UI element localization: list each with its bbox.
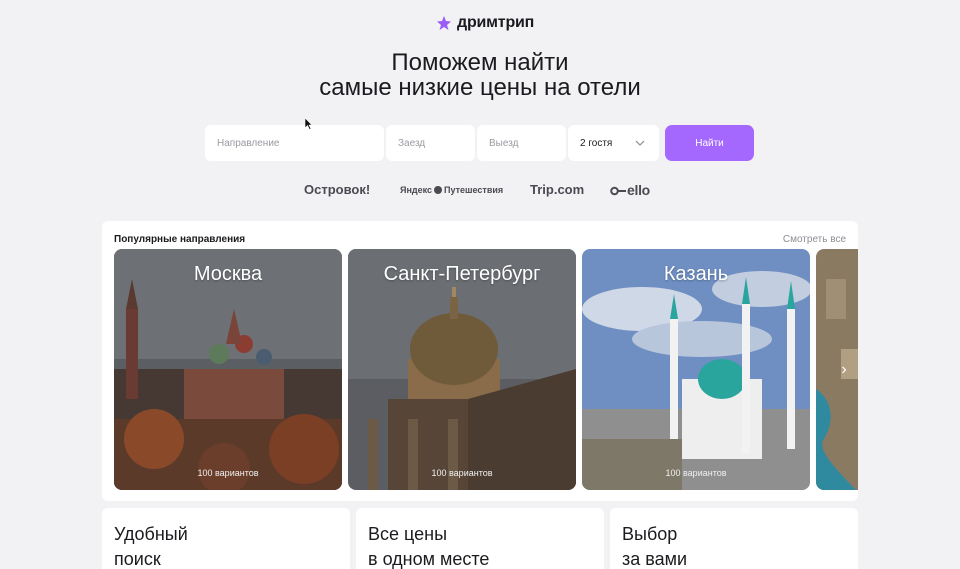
feature-title-line-2: в одном месте xyxy=(368,549,490,569)
destination-placeholder: Направление xyxy=(217,137,280,149)
chevron-down-icon xyxy=(635,140,645,146)
section-title: Популярные направления xyxy=(114,234,246,245)
feature-card-search: Удобный поиск xyxy=(102,508,350,569)
destination-title: Санкт-Петербург xyxy=(383,263,541,285)
feature-title-line-1: Удобный xyxy=(114,524,188,544)
chevron-right-icon[interactable]: › xyxy=(835,361,853,379)
partners-row: Островок! Яндекс Путешествия Trip.com el… xyxy=(0,180,960,202)
feature-title: Удобный поиск xyxy=(114,522,350,569)
destination-title: Москва xyxy=(193,263,263,285)
destination-card-kazan[interactable]: Казань 100 вариантов xyxy=(582,249,810,490)
search-bar: Направление Заезд Выезд 2 гостя Найти xyxy=(205,125,754,161)
see-all-link[interactable]: Смотреть все xyxy=(783,234,846,245)
partner-yandex-suffix: Путешествия xyxy=(444,185,504,195)
partner-yandex-name: Яндекс xyxy=(400,185,433,195)
feature-title-line-1: Все цены xyxy=(368,524,448,544)
mouse-cursor-icon xyxy=(305,118,313,130)
partner-otello-name: ello xyxy=(627,182,650,198)
feature-title: Выбор за вами xyxy=(622,522,858,569)
hero-title-line-2: самые низкие цены на отели xyxy=(319,74,641,101)
partner-yandex-logo: Яндекс Путешествия xyxy=(400,185,503,195)
checkin-input[interactable]: Заезд xyxy=(386,125,475,161)
brand-name: дримтрип xyxy=(457,14,535,31)
checkout-placeholder: Выезд xyxy=(489,137,519,149)
feature-title: Все цены в одном месте xyxy=(368,522,604,569)
variants-count: 100 вариантов xyxy=(197,468,259,478)
popular-destinations: Популярные направления Смотреть все Моск… xyxy=(102,221,858,501)
variants-count: 100 вариантов xyxy=(665,468,727,478)
destination-input[interactable]: Направление xyxy=(205,125,384,161)
checkin-placeholder: Заезд xyxy=(398,137,426,149)
globe-icon xyxy=(434,186,443,194)
otello-mark-icon xyxy=(610,186,626,196)
feature-title-line-2: поиск xyxy=(114,549,161,569)
feature-title-line-2: за вами xyxy=(622,549,688,569)
star-logo-icon xyxy=(437,16,451,30)
destination-card-moscow[interactable]: Москва 100 вариантов xyxy=(114,249,342,490)
guests-value: 2 гостя xyxy=(580,137,613,149)
partner-ostrovok-logo: Островок! xyxy=(304,182,371,197)
destination-title: Казань xyxy=(663,263,729,285)
partner-trip-logo: Trip.com xyxy=(530,182,585,197)
checkout-input[interactable]: Выезд xyxy=(477,125,566,161)
destination-card-spb[interactable]: Санкт-Петербург 100 вариантов xyxy=(348,249,576,490)
guests-select[interactable]: 2 гостя xyxy=(568,125,659,161)
hero-title-line-1: Поможем найти xyxy=(391,49,569,76)
hero-title: Поможем найти самые низкие цены на отели xyxy=(0,50,960,100)
feature-card-choice: Выбор за вами xyxy=(610,508,858,569)
variants-count: 100 вариантов xyxy=(431,468,493,478)
brand-logo[interactable]: дримтрип xyxy=(436,14,534,32)
search-button[interactable]: Найти xyxy=(665,125,754,161)
feature-card-prices: Все цены в одном месте xyxy=(356,508,604,569)
feature-title-line-1: Выбор xyxy=(622,524,678,544)
partner-otello-logo: ello xyxy=(610,182,650,198)
